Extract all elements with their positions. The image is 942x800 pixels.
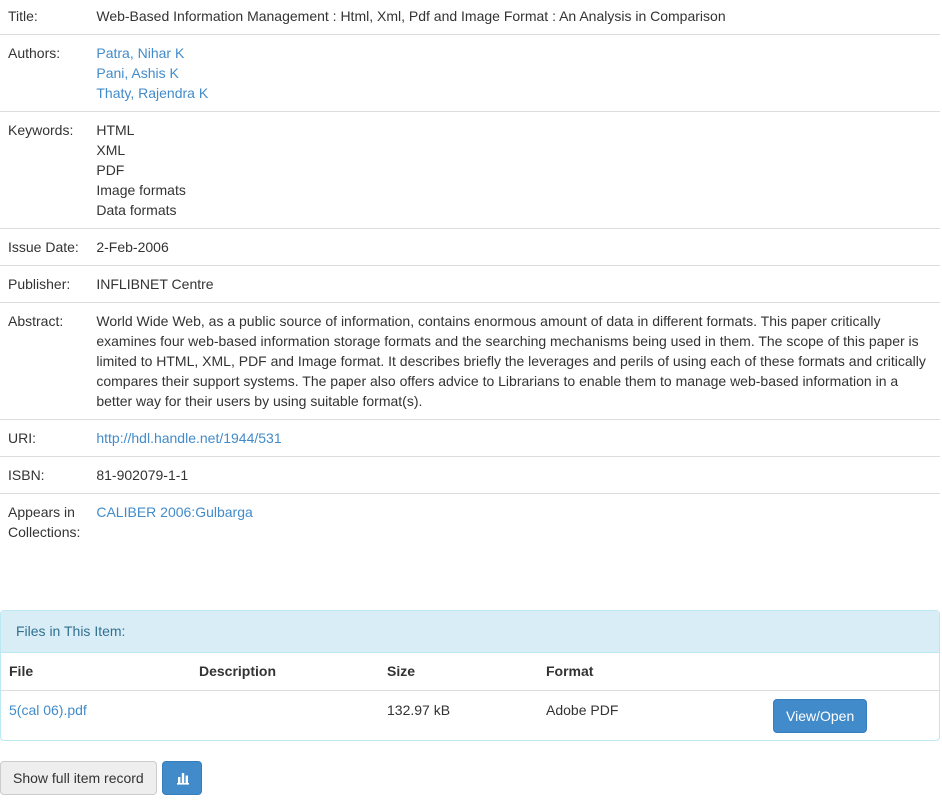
column-header-format: Format <box>538 653 773 691</box>
keyword: Data formats <box>96 202 177 218</box>
uri-link[interactable]: http://hdl.handle.net/1944/531 <box>96 430 281 446</box>
bar-chart-icon <box>176 773 189 785</box>
metadata-row-publisher: Publisher: INFLIBNET Centre <box>0 265 940 303</box>
show-full-record-button[interactable]: Show full item record <box>0 761 157 795</box>
statistics-button[interactable] <box>161 761 202 795</box>
abstract-label: Abstract: <box>0 302 89 420</box>
column-header-size: Size <box>379 653 538 691</box>
author-link[interactable]: Patra, Nihar K <box>96 43 932 63</box>
column-header-action <box>773 653 939 691</box>
table-row: 5(cal 06).pdf 132.97 kB Adobe PDF View/O… <box>1 690 939 742</box>
keyword: PDF <box>96 162 125 178</box>
files-panel-heading: Files in This Item: <box>1 611 939 653</box>
files-table: File Description Size Format 5(cal 06).p… <box>1 653 939 742</box>
metadata-row-uri: URI: http://hdl.handle.net/1944/531 <box>0 419 940 457</box>
uri-label: URI: <box>0 419 89 457</box>
isbn-label: ISBN: <box>0 456 89 494</box>
publisher-label: Publisher: <box>0 265 89 303</box>
keyword: Image formats <box>96 182 186 198</box>
metadata-row-authors: Authors: Patra, Nihar K Pani, Ashis K Th… <box>0 34 940 112</box>
metadata-row-keywords: Keywords: HTML XML PDF Image formats Dat… <box>0 111 940 229</box>
authors-list: Patra, Nihar K Pani, Ashis K Thaty, Raje… <box>88 34 940 112</box>
files-header-row: File Description Size Format <box>1 653 939 691</box>
issue-date-value: 2-Feb-2006 <box>88 228 940 266</box>
metadata-row-isbn: ISBN: 81-902079-1-1 <box>0 456 940 494</box>
keywords-label: Keywords: <box>0 111 89 229</box>
abstract-value: World Wide Web, as a public source of in… <box>88 302 940 420</box>
metadata-row-title: Title: Web-Based Information Management … <box>0 0 940 35</box>
authors-label: Authors: <box>0 34 89 112</box>
keyword: HTML <box>96 122 135 138</box>
collection-link[interactable]: CALIBER 2006:Gulbarga <box>96 504 252 520</box>
item-metadata-table: Title: Web-Based Information Management … <box>0 0 940 550</box>
metadata-row-collections: Appears in Collections: CALIBER 2006:Gul… <box>0 493 940 550</box>
view-open-button[interactable]: View/Open <box>773 698 868 733</box>
keyword: XML <box>96 142 126 158</box>
author-link[interactable]: Thaty, Rajendra K <box>96 83 932 103</box>
title-value: Web-Based Information Management : Html,… <box>96 8 726 24</box>
file-link[interactable]: 5(cal 06).pdf <box>9 702 87 718</box>
file-format: Adobe PDF <box>546 701 619 718</box>
column-header-file: File <box>1 653 191 691</box>
collections-label: Appears in Collections: <box>0 493 89 550</box>
title-label: Title: <box>8 8 38 24</box>
file-size: 132.97 kB <box>387 701 451 718</box>
files-panel: Files in This Item: File Description Siz… <box>0 610 940 741</box>
item-actions: Show full item record <box>0 761 202 795</box>
metadata-row-abstract: Abstract: World Wide Web, as a public so… <box>0 302 940 420</box>
keywords-list: HTML XML PDF Image formats Data formats <box>88 111 940 229</box>
isbn-value: 81-902079-1-1 <box>88 456 940 494</box>
issue-date-label: Issue Date: <box>0 228 89 266</box>
author-link[interactable]: Pani, Ashis K <box>96 63 932 83</box>
column-header-description: Description <box>191 653 379 691</box>
metadata-row-issue-date: Issue Date: 2-Feb-2006 <box>0 228 940 266</box>
publisher-value: INFLIBNET Centre <box>88 265 940 303</box>
file-description <box>191 690 379 742</box>
